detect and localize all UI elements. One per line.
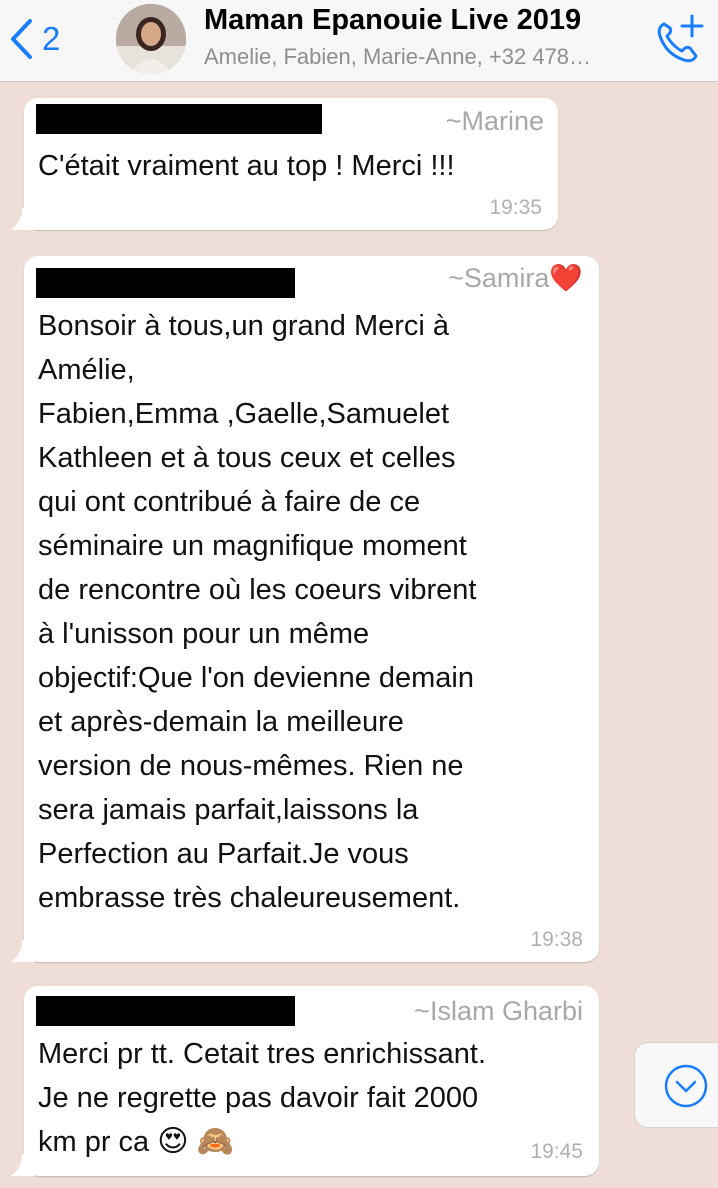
message-text: Bonsoir à tous,un grand Merci à Amélie, … (38, 304, 476, 920)
chat-participants[interactable]: Amelie, Fabien, Marie-Anne, +32 478… (204, 44, 654, 70)
message-line: version de nous-mêmes. Rien ne (38, 750, 464, 782)
message-line: et après-demain la meilleure (38, 706, 404, 738)
message-line: Merci pr tt. Cetait tres enrichissant. (38, 1038, 487, 1070)
chevron-left-icon (11, 19, 32, 59)
message-time: 19:38 (530, 928, 583, 951)
message-line: km pr ca (38, 1126, 150, 1158)
chat-header: 2 Maman Epanouie Live 2019 Amelie, Fabie… (0, 0, 718, 82)
bubble-tail (10, 1154, 34, 1176)
redacted-phone (36, 104, 322, 134)
message-line: Kathleen et à tous ceux et celles (38, 442, 456, 474)
message-line: Amélie, (38, 354, 135, 386)
bubble-tail (10, 208, 34, 230)
message-line: sera jamais parfait,laissons la (38, 794, 419, 826)
redacted-phone (36, 268, 295, 298)
scroll-to-bottom-button[interactable] (634, 1042, 718, 1128)
sender-name: ~Marine (445, 106, 544, 136)
message-line: à l'unisson pour un même (38, 618, 370, 650)
message-line: embrasse très chaleureusement. (38, 882, 461, 914)
sender-name-text: ~Samira (448, 263, 550, 293)
message-line: qui ont contribué à faire de ce (38, 486, 421, 518)
message-line: Fabien,Emma ,Gaelle,Samuelet (38, 398, 450, 430)
message-line: de rencontre où les coeurs vibrent (38, 574, 477, 606)
back-button[interactable]: 2 (8, 14, 60, 64)
message-line: Je ne regrette pas davoir fait 2000 (38, 1082, 479, 1114)
chevron-down-circle-icon (664, 1064, 708, 1108)
message-bubble[interactable]: ~Samira❤️ Bonsoir à tous,un grand Merci … (10, 256, 599, 962)
message-bubble[interactable]: ~Islam Gharbi Merci pr tt. Cetait tres e… (10, 986, 599, 1176)
message-line: Bonsoir à tous,un grand Merci à (38, 310, 450, 342)
chat-title[interactable]: Maman Epanouie Live 2019 (204, 4, 581, 37)
message-text: Merci pr tt. Cetait tres enrichissant. J… (38, 1032, 486, 1164)
message-time: 19:45 (530, 1140, 583, 1163)
message-time: 19:35 (489, 196, 542, 219)
avatar-image (116, 4, 186, 74)
message-bubble[interactable]: ~Marine C'était vraiment au top ! Merci … (10, 98, 558, 230)
message-line: séminaire un magnifique moment (38, 530, 467, 562)
sender-name: ~Samira❤️ (448, 262, 583, 294)
heart-emoji: ❤️ (549, 263, 583, 293)
unread-count: 2 (42, 20, 61, 57)
message-line: Perfection au Parfait.Je vous (38, 838, 409, 870)
message-line-last: km pr ca 😍 🙈 (38, 1120, 486, 1164)
message-line: objectif:Que l'on devienne demain (38, 662, 474, 694)
add-call-icon (657, 14, 704, 63)
bubble-tail (10, 940, 34, 962)
sender-name: ~Islam Gharbi (414, 996, 583, 1026)
redacted-phone (36, 996, 295, 1026)
emoji-heart-eyes-monkey: 😍 🙈 (157, 1125, 235, 1158)
group-avatar[interactable] (116, 4, 186, 74)
add-call-button[interactable] (650, 10, 708, 68)
message-text: C'était vraiment au top ! Merci !!! (38, 150, 455, 182)
